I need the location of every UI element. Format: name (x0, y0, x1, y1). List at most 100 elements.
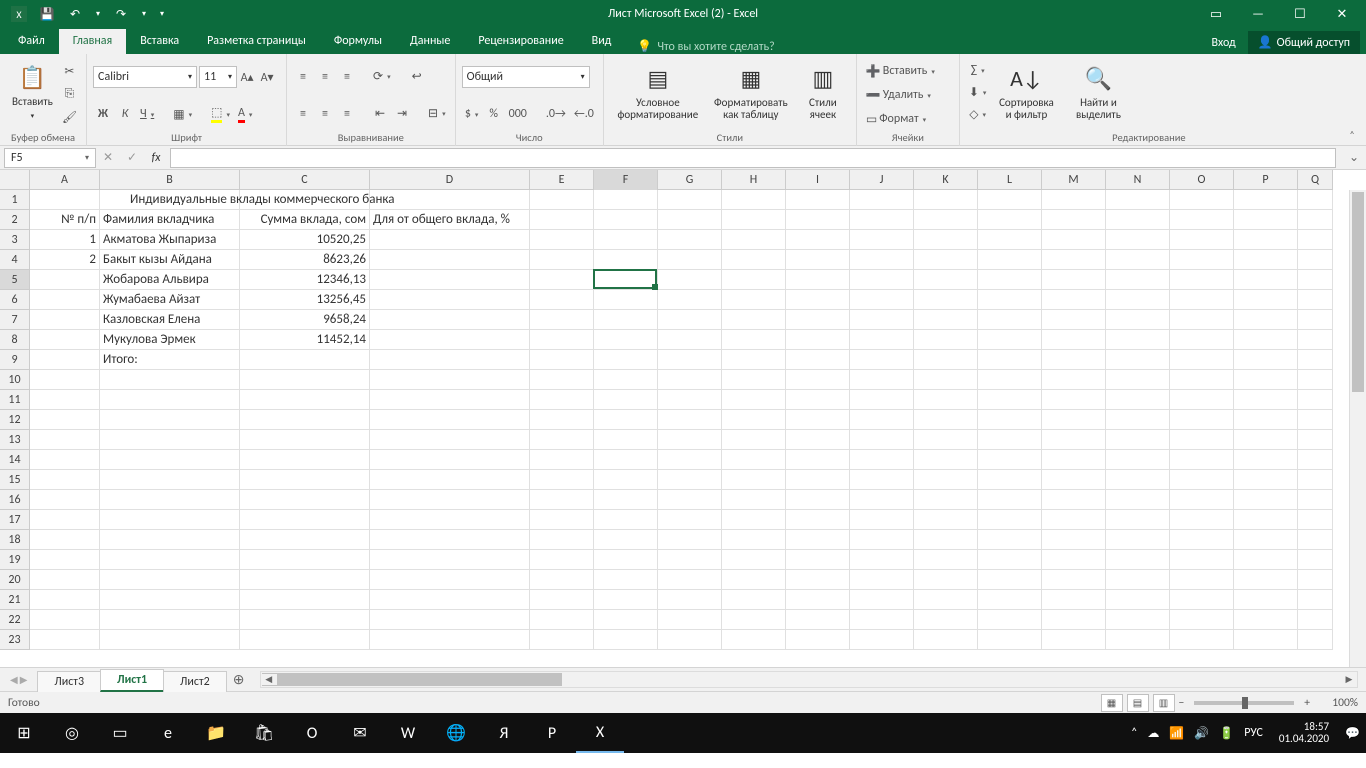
taskbar-app-9[interactable]: 🌐 (432, 713, 480, 753)
cell-C13[interactable] (240, 430, 370, 450)
cell-N1[interactable] (1106, 190, 1170, 210)
cell-M9[interactable] (1042, 350, 1106, 370)
cell-C9[interactable] (240, 350, 370, 370)
cell-F17[interactable] (594, 510, 658, 530)
cell-O2[interactable] (1170, 210, 1234, 230)
col-header-D[interactable]: D (370, 170, 530, 190)
cell-O4[interactable] (1170, 250, 1234, 270)
cell-Q15[interactable] (1298, 470, 1333, 490)
cell-L15[interactable] (978, 470, 1042, 490)
cell-A4[interactable]: 2 (30, 250, 100, 270)
cell-Q6[interactable] (1298, 290, 1333, 310)
minimize-button[interactable]: — (1238, 0, 1278, 28)
cell-Q23[interactable] (1298, 630, 1333, 650)
cell-K2[interactable] (914, 210, 978, 230)
decrease-decimal-button[interactable]: ←.0 (571, 104, 597, 124)
cell-E13[interactable] (530, 430, 594, 450)
percent-button[interactable]: % (484, 104, 504, 124)
col-header-I[interactable]: I (786, 170, 850, 190)
cell-K11[interactable] (914, 390, 978, 410)
cell-B8[interactable]: Мукулова Эрмек (100, 330, 240, 350)
cell-D5[interactable] (370, 270, 530, 290)
cell-I6[interactable] (786, 290, 850, 310)
cell-Q4[interactable] (1298, 250, 1333, 270)
cell-F6[interactable] (594, 290, 658, 310)
cell-G18[interactable] (658, 530, 722, 550)
share-button[interactable]: 👤Общий доступ (1248, 31, 1360, 54)
cell-D9[interactable] (370, 350, 530, 370)
cell-A10[interactable] (30, 370, 100, 390)
cell-Q14[interactable] (1298, 450, 1333, 470)
cell-P6[interactable] (1234, 290, 1298, 310)
cell-G3[interactable] (658, 230, 722, 250)
col-header-H[interactable]: H (722, 170, 786, 190)
cell-F4[interactable] (594, 250, 658, 270)
cell-Q20[interactable] (1298, 570, 1333, 590)
sheet-tab-Лист2[interactable]: Лист2 (163, 671, 227, 692)
h-scroll-left[interactable]: ◀ (261, 674, 277, 685)
cell-C17[interactable] (240, 510, 370, 530)
cell-C23[interactable] (240, 630, 370, 650)
cell-L19[interactable] (978, 550, 1042, 570)
cell-H9[interactable] (722, 350, 786, 370)
zoom-slider[interactable] (1194, 701, 1294, 705)
autosum-button[interactable]: ∑ (966, 60, 990, 80)
cell-Q19[interactable] (1298, 550, 1333, 570)
cell-H3[interactable] (722, 230, 786, 250)
cell-Q21[interactable] (1298, 590, 1333, 610)
sheet-tab-Лист1[interactable]: Лист1 (100, 669, 164, 692)
cell-G17[interactable] (658, 510, 722, 530)
cell-I7[interactable] (786, 310, 850, 330)
cell-N17[interactable] (1106, 510, 1170, 530)
borders-button[interactable]: ▦ (170, 104, 195, 124)
cell-J4[interactable] (850, 250, 914, 270)
cell-A8[interactable] (30, 330, 100, 350)
cell-G1[interactable] (658, 190, 722, 210)
cell-K12[interactable] (914, 410, 978, 430)
zoom-in-button[interactable]: + (1304, 696, 1310, 710)
cell-Q13[interactable] (1298, 430, 1333, 450)
increase-decimal-button[interactable]: .0→ (543, 104, 569, 124)
cell-K20[interactable] (914, 570, 978, 590)
cell-M2[interactable] (1042, 210, 1106, 230)
cell-P16[interactable] (1234, 490, 1298, 510)
cell-D17[interactable] (370, 510, 530, 530)
row-header-1[interactable]: 1 (0, 190, 29, 210)
cell-K13[interactable] (914, 430, 978, 450)
paste-button[interactable]: 📋 Вставить ▾ (6, 57, 59, 127)
col-header-L[interactable]: L (978, 170, 1042, 190)
row-header-6[interactable]: 6 (0, 290, 29, 310)
cell-J23[interactable] (850, 630, 914, 650)
cell-B5[interactable]: Жобарова Альвира (100, 270, 240, 290)
cell-G12[interactable] (658, 410, 722, 430)
h-scroll-right[interactable]: ▶ (1341, 674, 1357, 685)
cell-F11[interactable] (594, 390, 658, 410)
taskbar-app-1[interactable]: ◎ (48, 713, 96, 753)
cell-Q18[interactable] (1298, 530, 1333, 550)
cell-C16[interactable] (240, 490, 370, 510)
cell-E18[interactable] (530, 530, 594, 550)
cell-J19[interactable] (850, 550, 914, 570)
volume-icon[interactable]: 🔊 (1194, 726, 1209, 741)
cell-N18[interactable] (1106, 530, 1170, 550)
clock[interactable]: 18:5701.04.2020 (1273, 721, 1335, 745)
cell-H10[interactable] (722, 370, 786, 390)
cell-A5[interactable] (30, 270, 100, 290)
cell-M15[interactable] (1042, 470, 1106, 490)
cell-L5[interactable] (978, 270, 1042, 290)
font-name-combo[interactable]: Calibri▾ (93, 66, 197, 88)
row-headers[interactable]: 1234567891011121314151617181920212223 (0, 190, 30, 650)
cell-N11[interactable] (1106, 390, 1170, 410)
copy-button[interactable]: ⎘ (59, 84, 80, 104)
cell-O9[interactable] (1170, 350, 1234, 370)
cell-A7[interactable] (30, 310, 100, 330)
cell-Q22[interactable] (1298, 610, 1333, 630)
cell-M5[interactable] (1042, 270, 1106, 290)
row-header-21[interactable]: 21 (0, 590, 29, 610)
clear-button[interactable]: ◇ (966, 104, 990, 124)
cell-M8[interactable] (1042, 330, 1106, 350)
merge-button[interactable]: ⊟ (425, 104, 449, 124)
format-as-table-button[interactable]: ▦Форматировать как таблицу (706, 57, 796, 127)
taskbar-app-8[interactable]: W (384, 713, 432, 753)
col-header-Q[interactable]: Q (1298, 170, 1333, 190)
